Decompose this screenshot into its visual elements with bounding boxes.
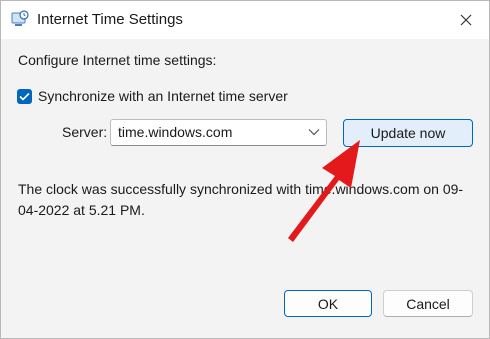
checkmark-icon	[19, 92, 30, 101]
dialog-content: Configure Internet time settings: Synchr…	[1, 39, 489, 338]
title-bar: Internet Time Settings	[1, 1, 489, 39]
section-heading: Configure Internet time settings:	[18, 52, 217, 68]
sync-checkbox-row[interactable]: Synchronize with an Internet time server	[17, 88, 288, 104]
chevron-down-icon	[308, 129, 320, 136]
close-icon	[460, 14, 472, 26]
window-title: Internet Time Settings	[37, 11, 183, 28]
ok-button[interactable]: OK	[284, 290, 372, 317]
server-value: time.windows.com	[118, 124, 233, 140]
clock-settings-icon	[11, 10, 29, 26]
close-button[interactable]	[443, 1, 489, 39]
sync-status-message: The clock was successfully synchronized …	[18, 181, 464, 218]
internet-time-settings-dialog: Internet Time Settings Configure Interne…	[0, 0, 490, 339]
sync-checkbox-label[interactable]: Synchronize with an Internet time server	[38, 88, 288, 104]
cancel-button[interactable]: Cancel	[383, 290, 473, 317]
update-now-button[interactable]: Update now	[343, 119, 473, 147]
server-dropdown[interactable]: time.windows.com	[110, 119, 327, 146]
sync-checkbox[interactable]	[17, 88, 32, 104]
server-label: Server:	[62, 124, 108, 140]
